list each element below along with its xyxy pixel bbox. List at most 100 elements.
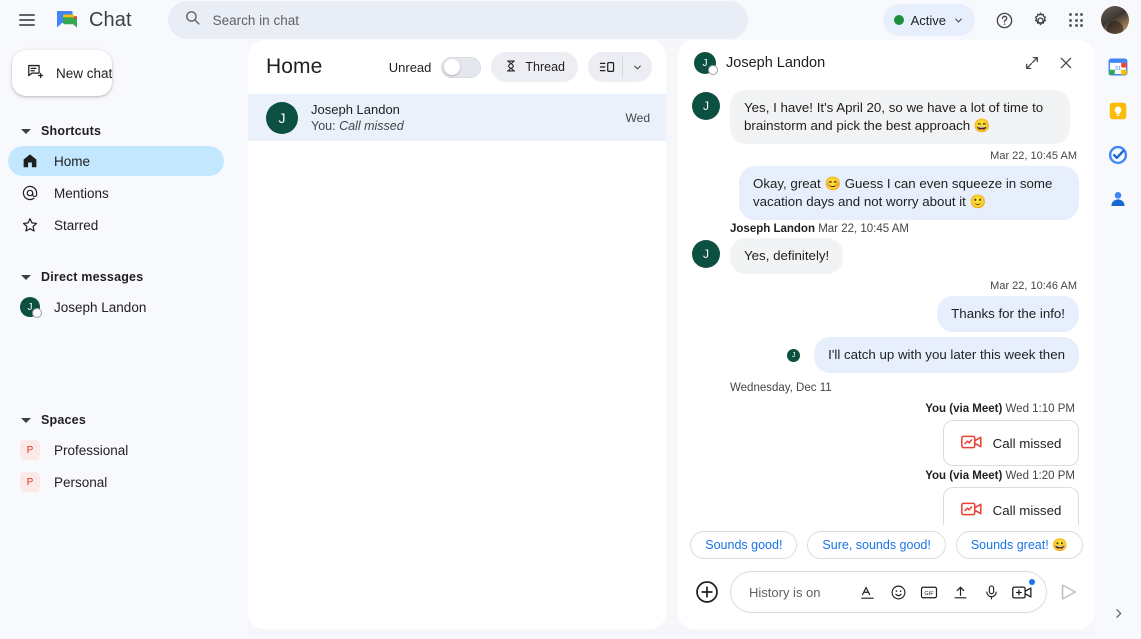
message-row: J Yes, I have! It's April 20, so we have… xyxy=(692,90,1079,144)
message-sender: You (via Meet) xyxy=(925,470,1003,482)
home-panel-controls: Unread Thread xyxy=(389,52,652,82)
layout-dropdown-button[interactable] xyxy=(623,52,652,82)
call-missed-card[interactable]: Call missed xyxy=(943,420,1079,466)
close-icon[interactable] xyxy=(1051,48,1081,78)
section-header-shortcuts[interactable]: Shortcuts xyxy=(0,118,248,144)
chevron-right-icon[interactable] xyxy=(1112,607,1125,639)
missed-video-call-icon xyxy=(960,434,982,453)
chat-list-item-joseph-landon[interactable]: J Joseph Landon You: Call missed Wed xyxy=(248,94,666,141)
unread-label: Unread xyxy=(388,59,432,75)
smart-reply-chip[interactable]: Sounds good! xyxy=(690,531,798,559)
expand-icon[interactable] xyxy=(1017,48,1047,78)
preview-prefix: You: xyxy=(311,118,336,133)
apps-grid-icon[interactable] xyxy=(1059,3,1093,37)
avatar: J xyxy=(692,92,720,120)
avatar[interactable] xyxy=(1101,6,1129,34)
message-bubble: Okay, great 😊 Guess I can even squeeze i… xyxy=(739,166,1079,220)
toggle-knob xyxy=(444,59,461,75)
avatar: J xyxy=(692,240,720,268)
message-time: Wed 1:20 PM xyxy=(1005,470,1075,482)
svg-text:31: 31 xyxy=(1115,66,1122,72)
sidebar: New chat Shortcuts Home Mentions Starred… xyxy=(0,40,248,639)
space-initial: P xyxy=(20,440,40,460)
chat-row-time: Wed xyxy=(625,110,650,125)
smart-reply-chip[interactable]: Sure, sounds good! xyxy=(807,531,946,559)
message-sender: Joseph Landon xyxy=(730,223,815,235)
sidebar-section-direct-messages: Direct messages J Joseph Landon xyxy=(0,264,248,324)
layout-split-button xyxy=(588,52,652,82)
section-title: Shortcuts xyxy=(41,124,102,138)
google-chat-logo xyxy=(54,7,80,33)
preview-text: Call missed xyxy=(339,118,404,133)
message-meta: You (via Meet) Wed 1:20 PM xyxy=(692,466,1079,485)
search-input[interactable]: Search in chat xyxy=(167,1,748,39)
call-missed-label: Call missed xyxy=(992,435,1062,451)
sidebar-item-starred[interactable]: Starred xyxy=(8,210,224,240)
unread-toggle[interactable] xyxy=(441,56,482,78)
google-tasks-icon[interactable] xyxy=(1107,144,1129,166)
app-name: Chat xyxy=(89,8,132,31)
thread-icon xyxy=(504,59,518,76)
status-badge[interactable]: Active xyxy=(882,4,975,36)
emoji-icon[interactable] xyxy=(888,582,908,602)
help-icon[interactable] xyxy=(987,3,1021,37)
app-body: New chat Shortcuts Home Mentions Starred… xyxy=(0,40,1141,639)
search-placeholder: Search in chat xyxy=(212,12,299,28)
avatar: J xyxy=(266,101,298,134)
message-row: Call missed xyxy=(692,485,1079,525)
chevron-down-icon xyxy=(21,274,31,280)
chevron-down-icon xyxy=(634,65,641,70)
section-header-spaces[interactable]: Spaces xyxy=(0,407,248,433)
split-view-icon[interactable] xyxy=(588,52,622,82)
thread-filter-button[interactable]: Thread xyxy=(491,52,578,82)
chevron-down-icon xyxy=(955,18,962,23)
message-input[interactable]: History is on GIF xyxy=(730,571,1047,613)
google-calendar-icon[interactable]: 31 xyxy=(1107,56,1129,78)
sidebar-item-joseph-landon[interactable]: J Joseph Landon xyxy=(8,292,224,322)
new-chat-icon xyxy=(26,62,45,84)
sidebar-item-label: Starred xyxy=(54,217,99,233)
google-contacts-icon[interactable] xyxy=(1107,188,1129,210)
plus-circle-icon[interactable] xyxy=(694,579,720,605)
upload-icon[interactable] xyxy=(950,582,970,602)
sidebar-item-mentions[interactable]: Mentions xyxy=(8,178,224,208)
sidebar-item-professional[interactable]: P Professional xyxy=(8,435,224,465)
video-call-add-icon[interactable] xyxy=(1012,579,1035,602)
new-chat-button[interactable]: New chat xyxy=(12,50,112,96)
section-title: Spaces xyxy=(41,413,86,427)
hamburger-icon[interactable] xyxy=(10,3,44,37)
sidebar-item-label: Home xyxy=(54,153,91,169)
brand: Chat xyxy=(54,7,132,33)
status-label: Active xyxy=(910,12,946,28)
avatar: J xyxy=(20,297,42,318)
thread-label: Thread xyxy=(525,60,565,74)
sidebar-item-label: Professional xyxy=(54,442,129,458)
format-text-icon[interactable] xyxy=(857,582,877,602)
star-icon xyxy=(20,216,40,234)
top-bar: Chat Search in chat Active xyxy=(0,0,1141,40)
smart-reply-chip[interactable]: Sounds great! 😀 xyxy=(955,531,1083,559)
microphone-icon[interactable] xyxy=(981,582,1001,602)
sidebar-item-home[interactable]: Home xyxy=(8,146,224,176)
message-bubble: Yes, definitely! xyxy=(730,238,844,274)
chat-row-preview: You: Call missed xyxy=(311,118,613,134)
sidebar-item-label: Joseph Landon xyxy=(54,299,147,315)
day-divider: Wednesday, Dec 11 xyxy=(730,382,832,394)
call-missed-label: Call missed xyxy=(992,502,1062,518)
gif-icon[interactable]: GIF xyxy=(919,582,939,602)
chat-row-name: Joseph Landon xyxy=(311,101,400,117)
avatar: J xyxy=(694,52,718,75)
send-icon[interactable] xyxy=(1057,580,1081,604)
message-row: J Yes, definitely! xyxy=(692,238,1079,274)
sidebar-item-personal[interactable]: P Personal xyxy=(8,467,224,497)
status-dot-icon xyxy=(893,15,904,25)
section-title: Direct messages xyxy=(41,270,144,284)
section-header-direct-messages[interactable]: Direct messages xyxy=(0,264,248,290)
avatar-initial: J xyxy=(20,297,42,318)
call-missed-card[interactable]: Call missed xyxy=(943,487,1079,525)
gear-icon[interactable] xyxy=(1023,3,1057,37)
space-avatar: P xyxy=(20,440,40,460)
google-keep-icon[interactable] xyxy=(1107,100,1129,122)
sidebar-item-label: Personal xyxy=(54,474,108,490)
